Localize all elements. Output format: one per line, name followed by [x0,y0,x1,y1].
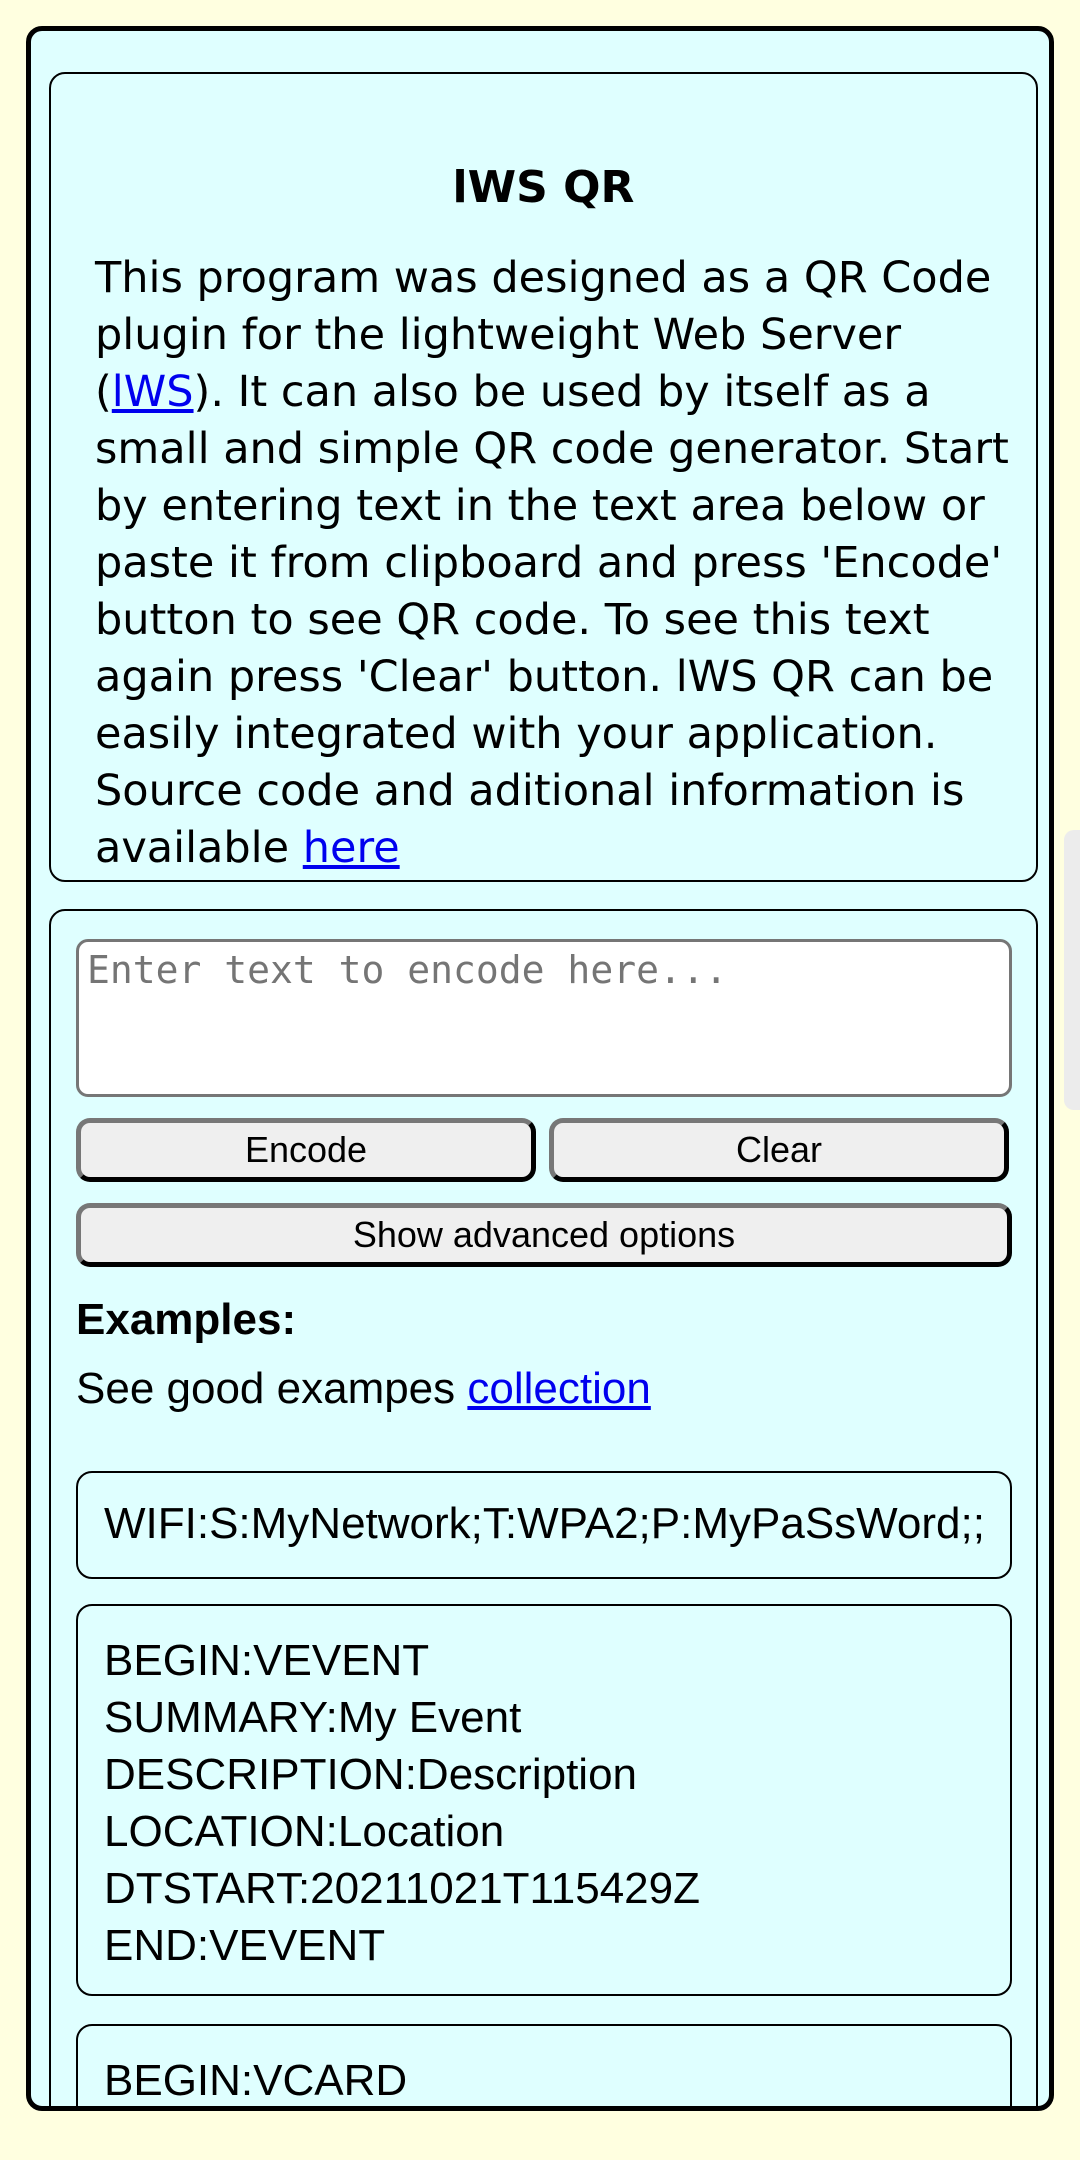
show-advanced-options-button[interactable]: Show advanced options [76,1203,1012,1267]
edge-scroll-handle[interactable] [1064,830,1080,1110]
info-description: This program was designed as a QR Code p… [95,250,1015,877]
app-container: lWS QR This program was designed as a QR… [26,26,1054,2111]
example-wifi[interactable]: WIFI:S:MyNetwork;T:WPA2;P:MyPaSsWord;; [76,1471,1012,1579]
encode-button[interactable]: Encode [76,1118,536,1182]
encoder-panel: Encode Clear Show advanced options Examp… [49,909,1038,2106]
collection-link[interactable]: collection [467,1364,650,1413]
examples-note: See good exampes collection [76,1363,651,1415]
info-panel: lWS QR This program was designed as a QR… [49,72,1038,882]
here-link[interactable]: here [303,823,400,873]
lws-link[interactable]: lWS [112,367,194,417]
encode-text-input[interactable] [76,939,1012,1097]
info-text-middle: ). It can also be used by itself as a sm… [95,367,1009,873]
example-vcard[interactable]: BEGIN:VCARD VERSION:3.0 [76,2024,1012,2106]
example-vevent[interactable]: BEGIN:VEVENT SUMMARY:My Event DESCRIPTIO… [76,1604,1012,1996]
clear-button[interactable]: Clear [549,1118,1009,1182]
examples-note-text: See good exampes [76,1364,468,1413]
examples-heading: Examples: [76,1295,297,1344]
page-title: lWS QR [452,162,635,213]
